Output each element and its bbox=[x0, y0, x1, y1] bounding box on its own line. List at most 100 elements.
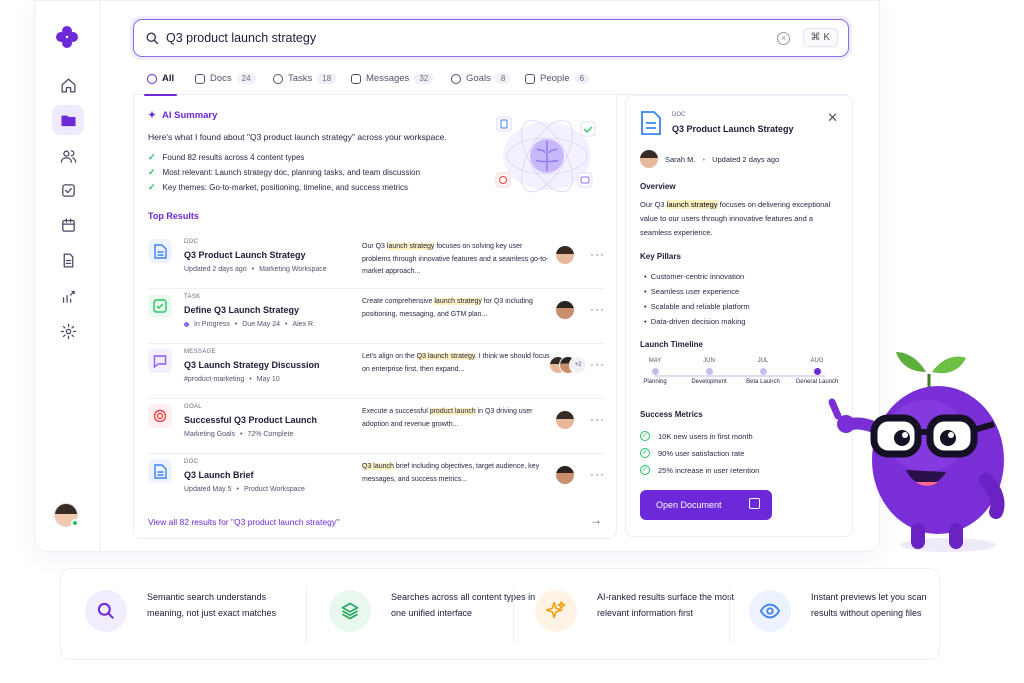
ai-summary-intro: Here's what I found about "Q3 product la… bbox=[148, 132, 447, 142]
author-name: Sarah M. bbox=[665, 154, 696, 164]
preview-panel: DOC Q3 Product Launch Strategy ✕ Sarah M… bbox=[625, 95, 853, 537]
tab-label: People bbox=[540, 73, 570, 84]
milestone-month: MAY bbox=[648, 358, 662, 364]
milestone-dot bbox=[651, 368, 659, 375]
users-icon[interactable] bbox=[52, 141, 84, 171]
result-row[interactable]: TASK Define Q3 Launch Strategy In Progre… bbox=[148, 290, 604, 344]
document-icon[interactable] bbox=[52, 245, 84, 275]
tab-tasks[interactable]: Tasks 18 bbox=[273, 73, 337, 84]
task-icon bbox=[273, 73, 283, 84]
milestone-dot bbox=[813, 368, 821, 375]
tab-label: Goals bbox=[466, 73, 491, 84]
doc-icon bbox=[148, 459, 172, 483]
timeline-heading: Launch Timeline bbox=[640, 340, 703, 349]
button-label: Open Document bbox=[656, 500, 722, 510]
feature-item: Searches across all content types in one… bbox=[329, 569, 549, 661]
result-type: MESSAGE bbox=[184, 349, 216, 355]
result-row[interactable]: GOAL Successful Q3 Product Launch Market… bbox=[148, 400, 604, 454]
avatar bbox=[640, 150, 658, 168]
external-link-icon bbox=[749, 498, 760, 509]
status-dot bbox=[184, 322, 189, 327]
more-participants-badge: +2 bbox=[569, 356, 587, 374]
more-options-icon[interactable]: ··· bbox=[590, 302, 605, 316]
tab-messages[interactable]: Messages 32 bbox=[351, 73, 434, 84]
more-options-icon[interactable]: ··· bbox=[590, 357, 605, 371]
divider bbox=[306, 587, 307, 643]
metrics-heading: Success Metrics bbox=[640, 410, 703, 419]
meta-workspace: Marketing Workspace bbox=[259, 266, 327, 273]
snippet-highlight: Q3 launch bbox=[362, 463, 394, 470]
bullet-text: Found 82 results across 4 content types bbox=[162, 153, 305, 162]
metric-item: ✓ 25% increase in user retention bbox=[640, 465, 759, 475]
meta-updated: Updated May 5 bbox=[184, 486, 232, 493]
more-options-icon[interactable]: ··· bbox=[590, 412, 605, 426]
result-title: Successful Q3 Product Launch bbox=[184, 415, 318, 425]
task-check-icon bbox=[148, 294, 172, 318]
folder-icon[interactable] bbox=[52, 105, 84, 135]
tab-all[interactable]: All bbox=[143, 73, 178, 96]
bullet-text: Key themes: Go-to-market, positioning, t… bbox=[162, 183, 408, 192]
analytics-icon[interactable] bbox=[52, 281, 84, 311]
result-title: Define Q3 Launch Strategy bbox=[184, 305, 300, 315]
snippet-highlight: Q3 launch strategy bbox=[416, 353, 475, 360]
view-all-link[interactable]: View all 82 results for "Q3 product laun… bbox=[148, 517, 339, 527]
target-icon bbox=[148, 404, 172, 428]
sidebar bbox=[35, 1, 101, 551]
result-row[interactable]: MESSAGE Q3 Launch Strategy Discussion #p… bbox=[148, 345, 604, 399]
bullet-text: Most relevant: Launch strategy doc, plan… bbox=[162, 168, 421, 177]
summary-bullet: ✓ Key themes: Go-to-market, positioning, … bbox=[148, 182, 408, 193]
result-snippet: Let's align on the Q3 launch strategy. I… bbox=[362, 351, 552, 376]
tab-docs[interactable]: Docs 24 bbox=[195, 73, 256, 84]
search-bar[interactable]: Q3 product launch strategy × ⌘ K bbox=[133, 19, 849, 57]
ai-summary-heading: ✦ AI Summary bbox=[148, 110, 217, 121]
tab-goals[interactable]: Goals 8 bbox=[451, 73, 511, 84]
people-icon bbox=[525, 73, 535, 84]
message-icon bbox=[148, 349, 172, 373]
pillar-item: • Seamless user experience bbox=[644, 287, 740, 296]
layers-icon bbox=[329, 590, 371, 632]
app-window: Q3 product launch strategy × ⌘ K All Doc… bbox=[34, 0, 880, 552]
tab-label: Tasks bbox=[288, 73, 313, 84]
preview-title: Q3 Product Launch Strategy bbox=[672, 124, 794, 134]
overview-heading: Overview bbox=[640, 182, 676, 191]
arrow-right-icon[interactable]: → bbox=[590, 513, 602, 527]
settings-icon[interactable] bbox=[52, 316, 84, 346]
goal-icon bbox=[451, 73, 461, 84]
check-circle-icon: ✓ bbox=[640, 448, 650, 458]
meta-workspace: Product Workspace bbox=[243, 486, 305, 493]
overview-text: Our Q3 launch strategy focuses on delive… bbox=[640, 198, 846, 240]
snippet-text: Create comprehensive bbox=[362, 298, 435, 305]
metric-text: 90% user satisfaction rate bbox=[658, 448, 745, 458]
pillar-text: Data-driven decision making bbox=[650, 317, 746, 326]
milestone-label: Planning bbox=[643, 379, 667, 385]
tab-label: Docs bbox=[210, 73, 232, 84]
user-avatar[interactable] bbox=[54, 503, 79, 527]
snippet-text: Execute a successful bbox=[362, 408, 430, 415]
milestone-label: Beta Launch bbox=[746, 379, 780, 385]
features-strip: Semantic search understands meaning, not… bbox=[60, 568, 940, 660]
more-options-icon[interactable]: ··· bbox=[590, 247, 605, 261]
ai-summary-title: AI Summary bbox=[161, 110, 218, 121]
search-input[interactable]: Q3 product launch strategy bbox=[166, 31, 316, 45]
more-options-icon[interactable]: ··· bbox=[590, 467, 605, 481]
result-meta: #product-marketing • May 10 bbox=[184, 376, 280, 383]
tab-people[interactable]: People 6 bbox=[525, 73, 590, 84]
result-row[interactable]: DOC Q3 Product Launch Strategy Updated 2… bbox=[148, 235, 604, 289]
clear-search-icon[interactable]: × bbox=[777, 32, 790, 45]
feature-text: Semantic search understands meaning, not… bbox=[147, 592, 277, 618]
pillars-heading: Key Pillars bbox=[640, 252, 681, 261]
calendar-icon[interactable] bbox=[52, 210, 84, 240]
result-tabs: All Docs 24 Tasks 18 Messages 32 Goals 8 Peo… bbox=[133, 67, 849, 96]
open-document-button[interactable]: Open Document bbox=[640, 490, 772, 520]
home-icon[interactable] bbox=[52, 70, 84, 100]
preview-type: DOC bbox=[672, 112, 686, 118]
pillar-text: Customer-centric innovation bbox=[650, 272, 745, 281]
meta-progress: 72% Complete bbox=[247, 431, 294, 438]
result-row[interactable]: DOC Q3 Launch Brief Updated May 5 • Produc… bbox=[148, 455, 604, 509]
result-snippet: Q3 launch brief including objectives, ta… bbox=[362, 461, 552, 486]
result-meta: Updated May 5 • Product Workspace bbox=[184, 486, 305, 493]
result-type: DOC bbox=[184, 239, 199, 245]
avatar bbox=[556, 411, 574, 429]
checkbox-icon[interactable] bbox=[52, 175, 84, 205]
close-icon[interactable]: ✕ bbox=[827, 110, 838, 126]
